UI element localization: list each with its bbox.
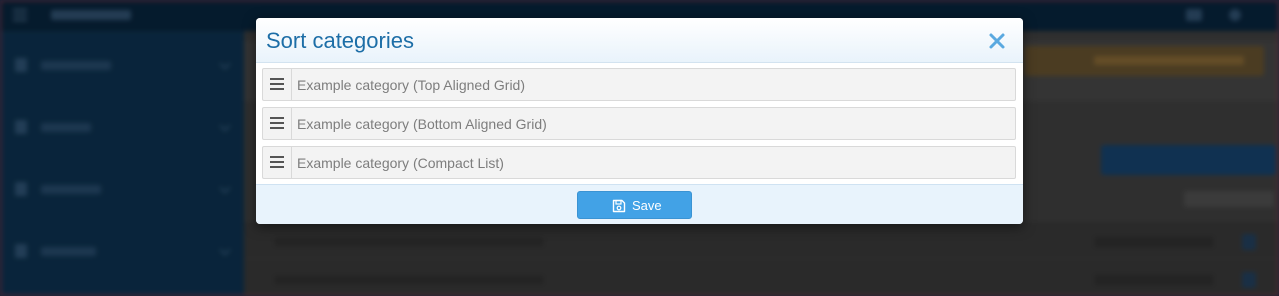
- category-list: Example category (Top Aligned Grid) Exam…: [256, 63, 1023, 184]
- drag-handle[interactable]: [263, 147, 292, 178]
- modal-footer: Save: [256, 184, 1023, 224]
- floppy-disk-icon: [612, 199, 626, 213]
- save-button[interactable]: Save: [577, 191, 692, 219]
- sort-categories-modal: Sort categories Example category (Top Al…: [256, 18, 1023, 224]
- drag-handle-icon: [270, 117, 284, 129]
- category-label: Example category (Compact List): [297, 155, 504, 171]
- drag-handle[interactable]: [263, 69, 292, 100]
- modal-title: Sort categories: [266, 28, 414, 53]
- list-item[interactable]: Example category (Bottom Aligned Grid): [262, 107, 1016, 140]
- save-button-label: Save: [632, 198, 662, 213]
- list-item[interactable]: Example category (Compact List): [262, 146, 1016, 179]
- category-label: Example category (Bottom Aligned Grid): [297, 116, 547, 132]
- list-item[interactable]: Example category (Top Aligned Grid): [262, 68, 1016, 101]
- drag-handle-icon: [270, 78, 284, 90]
- modal-header: Sort categories: [256, 18, 1023, 63]
- close-button[interactable]: [984, 28, 1010, 54]
- drag-handle[interactable]: [263, 108, 292, 139]
- close-icon: [989, 33, 1005, 49]
- drag-handle-icon: [270, 156, 284, 168]
- category-label: Example category (Top Aligned Grid): [297, 77, 525, 93]
